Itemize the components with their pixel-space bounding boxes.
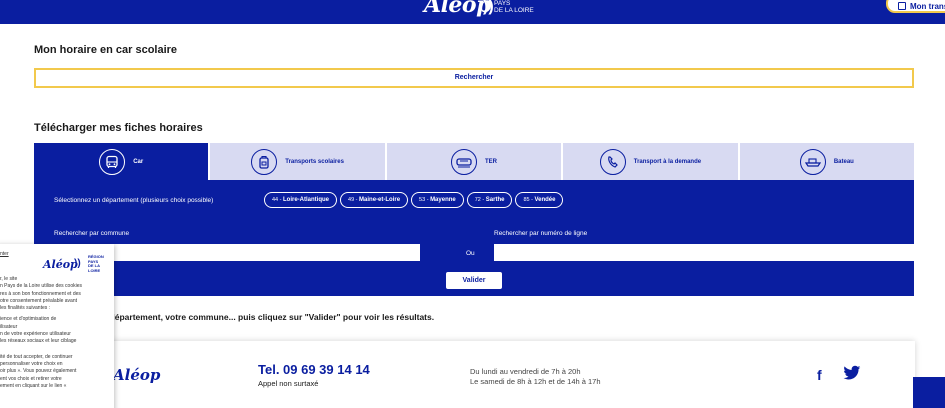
twitter-icon[interactable] xyxy=(843,365,861,381)
department-chip-53[interactable]: 53 - Mayenne xyxy=(411,192,464,208)
tab-school-transport-label: Transports scolaires xyxy=(285,158,344,165)
phone-number[interactable]: Tel. 09 69 39 14 14 xyxy=(258,362,370,377)
footer-logo: Aléop xyxy=(113,366,161,384)
search-panel: Sélectionnez un département (plusieurs c… xyxy=(34,180,914,296)
cookie-text: r, le site n Pays de la Loire utilise de… xyxy=(0,276,112,390)
cookie-region-text: RÉGION PAYS DE LA LOIRE xyxy=(88,254,104,273)
tab-boat[interactable]: Bateau xyxy=(739,143,915,180)
cookie-link[interactable]: nter xyxy=(0,251,9,257)
hours-weekday: Du lundi au vendredi de 7h à 20h xyxy=(470,367,581,376)
tab-school-transport[interactable]: Transports scolaires xyxy=(210,143,385,180)
cookie-line: otre consentement préalable avant xyxy=(0,297,77,304)
cookie-line: res à son bon fonctionnement et des xyxy=(0,290,81,297)
validate-button[interactable]: Valider xyxy=(446,272,502,289)
school-bag-icon xyxy=(251,148,278,175)
cookie-line: les réseaux sociaux et leur ciblage xyxy=(0,338,77,345)
search-button[interactable]: Rechercher xyxy=(34,68,914,88)
facebook-icon[interactable]: f xyxy=(817,367,822,383)
bus-icon xyxy=(99,148,126,175)
cookie-line: oir plus ». Vous pouvez également xyxy=(0,368,77,375)
contact-footer: Aléop Tel. 09 69 39 14 14 Appel non surt… xyxy=(95,341,915,408)
phone-note: Appel non surtaxé xyxy=(258,379,319,388)
tab-ter-label: TER xyxy=(485,158,498,165)
logo-mark-icon: )) xyxy=(483,0,494,15)
my-transport-label: Mon transport xyxy=(910,2,945,11)
ticket-icon xyxy=(898,2,906,10)
cookie-line: ement en cliquant sur le lien « xyxy=(0,382,67,389)
cookie-line: r, le site xyxy=(0,276,18,282)
cookie-line: ience et d'optimisation de xyxy=(0,316,57,323)
line-number-label: Rechercher par numéro de ligne xyxy=(494,230,588,237)
commune-label: Rechercher par commune xyxy=(54,230,130,237)
cookie-logo-mark-icon: )) xyxy=(74,258,81,269)
tab-boat-label: Bateau xyxy=(833,158,854,165)
top-header: Aléop )) PAYSDE LA LOIRE Mon transport xyxy=(0,0,945,24)
tab-ter[interactable]: TER xyxy=(386,143,562,180)
cookie-consent-panel: nter Aléop )) RÉGION PAYS DE LA LOIRE r, le… xyxy=(0,244,114,408)
tab-car-label: Car xyxy=(133,158,144,165)
tab-on-demand-label: Transport à la demande xyxy=(633,158,702,165)
train-icon xyxy=(451,148,478,175)
cookie-line: ent vos choix et retirer votre xyxy=(0,375,62,382)
transport-mode-tabs: Car Transports scolaires TER Transport à… xyxy=(34,143,915,180)
line-number-input[interactable] xyxy=(494,244,914,261)
department-chip-72[interactable]: 72 - Sarthe xyxy=(466,192,513,208)
cookie-line: les finalités suivantes : xyxy=(0,305,51,312)
hours-saturday: Le samedi de 8h à 12h et de 14h à 17h xyxy=(470,377,601,386)
cookie-line: n Pays de la Loire utilise des cookies xyxy=(0,283,82,290)
aleop-logo[interactable]: Aléop xyxy=(424,0,491,18)
cookie-line: ilisateur xyxy=(0,323,18,330)
or-label: Ou xyxy=(466,250,475,257)
department-label: Sélectionnez un département (plusieurs c… xyxy=(54,197,214,204)
my-transport-button[interactable]: Mon transport xyxy=(886,0,945,13)
tab-on-demand[interactable]: Transport à la demande xyxy=(563,143,738,180)
school-bus-schedule-title: Mon horaire en car scolaire xyxy=(34,44,178,56)
department-chip-44[interactable]: 44 - Loire-Atlantique xyxy=(264,192,338,208)
cookie-line: ité de tout accepter, de continuer xyxy=(0,353,73,360)
region-logo-text: PAYS DE LA LOIRE xyxy=(494,0,534,14)
download-timetables-title: Télécharger mes fiches horaires xyxy=(34,122,203,134)
cookie-line: personnaliser votre choix en xyxy=(0,360,63,367)
scroll-top-block[interactable] xyxy=(913,377,945,408)
cookie-line: n de votre expérience utilisateur xyxy=(0,331,71,338)
boat-icon xyxy=(799,148,826,175)
cookie-logo: Aléop xyxy=(43,258,78,271)
tab-car[interactable]: Car xyxy=(34,143,209,180)
phone-bus-icon xyxy=(599,148,626,175)
department-chip-49[interactable]: 49 - Maine-et-Loire xyxy=(340,192,409,208)
department-chips: 44 - Loire-Atlantique 49 - Maine-et-Loir… xyxy=(264,192,564,208)
department-chip-85[interactable]: 85 - Vendée xyxy=(515,192,564,208)
